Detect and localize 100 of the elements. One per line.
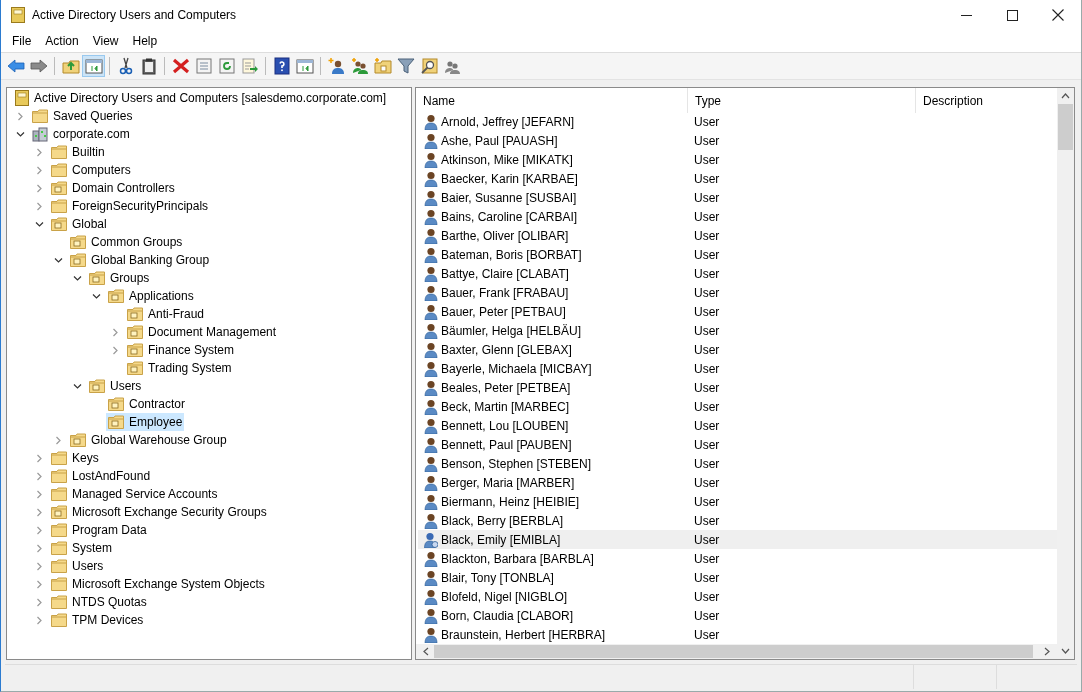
type-cell-text: User	[693, 248, 721, 263]
tree-item[interactable]: Document Management	[125, 323, 279, 341]
tree-item[interactable]: TPM Devices	[49, 611, 146, 629]
tree-item[interactable]: Employee	[106, 413, 185, 431]
tree-item[interactable]: ForeignSecurityPrincipals	[49, 197, 211, 215]
list-row[interactable]: Bennett, Paul [PAUBEN] User	[418, 435, 1057, 455]
list-row[interactable]: Beales, Peter [PETBEA] User	[418, 378, 1057, 398]
scrollbar-thumb[interactable]	[434, 645, 1033, 659]
type-cell-text: User	[693, 324, 721, 339]
tree-item[interactable]: System	[49, 539, 114, 557]
tree-item[interactable]: Contractor	[106, 395, 188, 413]
tree-item[interactable]: Domain Controllers	[49, 179, 177, 197]
tree-item[interactable]: Groups	[87, 269, 152, 287]
tree-item[interactable]: NTDS Quotas	[49, 593, 149, 611]
chevron-left-icon[interactable]	[422, 647, 430, 657]
list-row[interactable]: Bennett, Lou [LOUBEN] User	[418, 416, 1057, 436]
column-header[interactable]: Description	[916, 88, 1057, 113]
tree-item[interactable]: LostAndFound	[49, 467, 153, 485]
user-name: Bennett, Paul [PAUBEN]	[441, 437, 572, 452]
list-row[interactable]: Born, Claudia [CLABOR] User	[418, 606, 1057, 626]
chevron-down-icon[interactable]	[73, 381, 82, 391]
tree-item[interactable]: Active Directory Users and Computers [salesdemo.corporate.com]	[13, 89, 389, 107]
tree-item[interactable]: Finance System	[125, 341, 237, 359]
list-row[interactable]: Black, Berry [BERBLA] User	[418, 511, 1057, 531]
clipboard-icon	[139, 57, 158, 75]
tree-item[interactable]: Trading System	[125, 359, 234, 377]
chevron-down-icon[interactable]	[73, 273, 82, 283]
chevron-right-icon[interactable]	[1043, 647, 1051, 657]
tree-item[interactable]: corporate.com	[30, 125, 132, 143]
list-row[interactable]: Black, Emily [EMIBLA] User	[418, 530, 1057, 550]
type-cell-text: User	[693, 513, 721, 528]
tree-item[interactable]: Global	[49, 215, 109, 233]
list-row[interactable]: Biermann, Heinz [HEIBIE] User	[418, 492, 1057, 512]
list-row[interactable]: Bauer, Peter [PETBAU] User	[418, 302, 1057, 322]
list-row[interactable]: Braunstein, Herbert [HERBRA] User	[418, 625, 1057, 645]
search-icon	[419, 57, 438, 75]
tree-item[interactable]: Computers	[49, 161, 133, 179]
column-header[interactable]: Name	[416, 88, 688, 113]
chevron-down-icon[interactable]	[1061, 647, 1070, 655]
user-name: Born, Claudia [CLABOR]	[441, 608, 574, 623]
type-cell-text: User	[693, 210, 721, 225]
help-icon	[272, 57, 291, 75]
list-row[interactable]: Blackton, Barbara [BARBLA] User	[418, 549, 1057, 569]
column-header[interactable]: Type	[688, 88, 916, 113]
type-cell-text: User	[693, 437, 721, 452]
type-cell-text: User	[693, 191, 721, 206]
list-row[interactable]: Atkinson, Mike [MIKATK] User	[418, 150, 1057, 170]
tree-item[interactable]: Keys	[49, 449, 101, 467]
tree-item[interactable]: Saved Queries	[30, 107, 135, 125]
list-row[interactable]: Ashe, Paul [PAUASH] User	[418, 131, 1057, 151]
user-name: Blackton, Barbara [BARBLA]	[441, 551, 594, 566]
tree-item[interactable]: Global Banking Group	[68, 251, 212, 269]
tree-item[interactable]: Anti-Fraud	[125, 305, 207, 323]
tree-item[interactable]: Program Data	[49, 521, 149, 539]
list-row[interactable]: Blair, Tony [TONBLA] User	[418, 568, 1057, 588]
tree-item[interactable]: Microsoft Exchange Security Groups	[49, 503, 269, 521]
list-row[interactable]: Barthe, Oliver [OLIBAR] User	[418, 226, 1057, 246]
tree-item[interactable]: Managed Service Accounts	[49, 485, 220, 503]
chevron-down-icon[interactable]	[16, 129, 25, 139]
menu-item[interactable]: Help	[125, 32, 165, 50]
type-cell-text: User	[693, 532, 721, 547]
tree-item[interactable]: Microsoft Exchange System Objects	[49, 575, 267, 593]
list-row[interactable]: Bateman, Boris [BORBAT] User	[418, 245, 1057, 265]
chevron-down-icon[interactable]	[35, 219, 44, 229]
pane-icon	[84, 57, 103, 75]
list-row[interactable]: Bayerle, Michaela [MICBAY] User	[418, 359, 1057, 379]
horizontal-scrollbar[interactable]	[416, 644, 1057, 660]
chevron-down-icon[interactable]	[54, 255, 63, 265]
tree-item[interactable]: Users	[49, 557, 106, 575]
list-row[interactable]: Blofeld, Nigel [NIGBLO] User	[418, 587, 1057, 607]
list-row[interactable]: Arnold, Jeffrey [JEFARN] User	[418, 113, 1057, 132]
list-row[interactable]: Baecker, Karin [KARBAE] User	[418, 169, 1057, 189]
tree-item[interactable]: Builtin	[49, 143, 107, 161]
list-row[interactable]: Bains, Caroline [CARBAI] User	[418, 207, 1057, 227]
folder-icon	[51, 145, 67, 159]
list-row[interactable]: Beck, Martin [MARBEC] User	[418, 397, 1057, 417]
user-name: Berger, Maria [MARBER]	[441, 475, 575, 490]
user-name: Atkinson, Mike [MIKATK]	[441, 153, 573, 168]
tree-item[interactable]: Common Groups	[68, 233, 185, 251]
type-cell-text: User	[693, 115, 721, 130]
chevron-up-icon[interactable]	[1061, 92, 1070, 100]
menu-item[interactable]: Action	[38, 32, 86, 50]
menu-item[interactable]: View	[85, 32, 126, 50]
type-cell-text: User	[693, 400, 721, 414]
type-cell-text: User	[693, 305, 721, 320]
list-row[interactable]: Baier, Susanne [SUSBAI] User	[418, 188, 1057, 208]
tree-item[interactable]: Users	[87, 377, 144, 395]
vertical-scrollbar[interactable]	[1057, 88, 1074, 659]
user-name: Beales, Peter [PETBEA]	[441, 381, 571, 396]
tree-item[interactable]: Applications	[106, 287, 196, 305]
tree-item[interactable]: Global Warehouse Group	[68, 431, 229, 449]
scrollbar-thumb[interactable]	[1058, 104, 1073, 150]
list-row[interactable]: Baxter, Glenn [GLEBAX] User	[418, 340, 1057, 360]
list-row[interactable]: Bäumler, Helga [HELBÄU] User	[418, 321, 1057, 341]
list-row[interactable]: Bauer, Frank [FRABAU] User	[418, 283, 1057, 303]
list-row[interactable]: Berger, Maria [MARBER] User	[418, 473, 1057, 493]
chevron-down-icon[interactable]	[92, 291, 101, 301]
list-row[interactable]: Battye, Claire [CLABAT] User	[418, 264, 1057, 284]
menu-item[interactable]: File	[5, 32, 39, 50]
list-row[interactable]: Benson, Stephen [STEBEN] User	[418, 454, 1057, 474]
